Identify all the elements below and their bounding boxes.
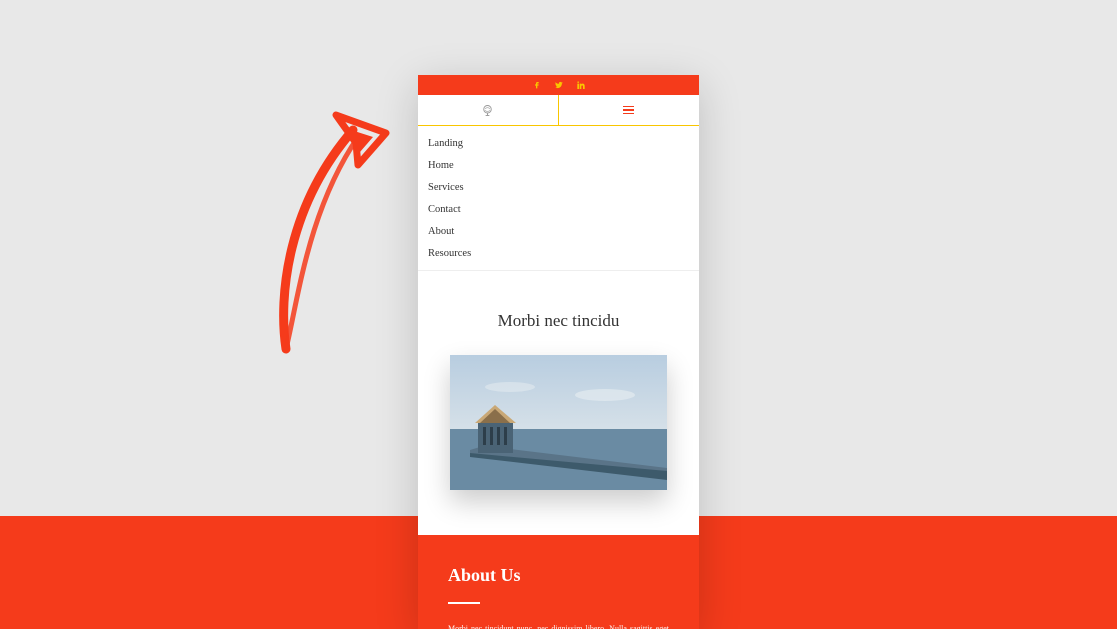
social-bar	[418, 75, 699, 95]
about-section: About Us Morbi nec tincidunt nunc, nec d…	[418, 535, 699, 629]
mobile-header	[418, 95, 699, 126]
nav-item-home[interactable]: Home	[418, 154, 699, 176]
hamburger-menu-button[interactable]	[559, 95, 700, 125]
hero-image	[450, 355, 667, 490]
nav-item-contact[interactable]: Contact	[418, 198, 699, 220]
facebook-icon[interactable]	[533, 76, 541, 94]
hamburger-icon	[623, 106, 634, 115]
content-section: Morbi nec tincidu	[418, 271, 699, 510]
about-divider	[448, 602, 480, 604]
mobile-preview: Landing Home Services Contact About Reso…	[418, 75, 699, 629]
content-title: Morbi nec tincidu	[433, 311, 684, 331]
nav-item-services[interactable]: Services	[418, 176, 699, 198]
nav-item-about[interactable]: About	[418, 220, 699, 242]
logo-icon	[480, 103, 495, 118]
about-text: Morbi nec tincidunt nunc, nec dignissim …	[448, 622, 669, 629]
linkedin-icon[interactable]	[577, 76, 585, 94]
twitter-icon[interactable]	[555, 76, 563, 94]
logo-area[interactable]	[418, 95, 559, 125]
nav-item-landing[interactable]: Landing	[418, 132, 699, 154]
mobile-nav: Landing Home Services Contact About Reso…	[418, 126, 699, 271]
annotation-arrow	[258, 95, 418, 355]
nav-item-resources[interactable]: Resources	[418, 242, 699, 264]
about-title: About Us	[448, 565, 669, 586]
